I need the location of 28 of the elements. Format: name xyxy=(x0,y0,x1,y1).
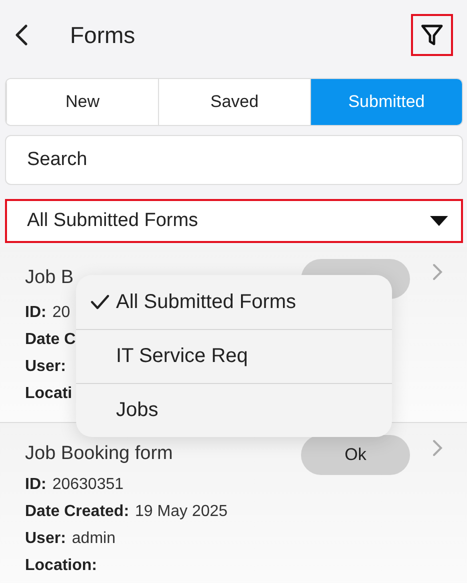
page-title: Forms xyxy=(70,22,136,48)
field-value: 20 xyxy=(52,304,70,322)
field-label: Location: xyxy=(25,556,97,574)
menu-item[interactable]: All Submitted Forms xyxy=(76,275,392,329)
field-label: ID: xyxy=(25,304,46,322)
filter-button[interactable] xyxy=(411,14,453,56)
field-label: Locati xyxy=(25,384,72,402)
field-label: User: xyxy=(25,358,66,376)
field-label: ID: xyxy=(25,476,46,494)
back-icon[interactable] xyxy=(14,24,30,46)
search-field[interactable]: Search xyxy=(5,135,463,185)
caret-icon xyxy=(429,215,449,227)
status-button[interactable]: Ok xyxy=(301,435,410,475)
field-value: admin xyxy=(72,530,116,548)
field-label: Date C xyxy=(25,330,76,348)
filter-icon xyxy=(420,23,444,47)
form-title: Job Booking form xyxy=(25,443,173,465)
chevron-icon xyxy=(432,439,443,457)
menu-item[interactable]: Jobs xyxy=(76,383,392,437)
chevron-icon xyxy=(432,263,443,281)
field-value: 20630351 xyxy=(52,476,124,494)
check-icon xyxy=(90,294,110,310)
field-label: User: xyxy=(25,530,66,548)
form-title: Job B xyxy=(25,267,74,289)
menu-item[interactable]: IT Service Req xyxy=(76,329,392,383)
form-type-dropdown[interactable]: All Submitted Forms xyxy=(5,199,463,243)
field-label: Date Created: xyxy=(25,502,130,520)
field-value: 19 May 2025 xyxy=(135,502,228,520)
